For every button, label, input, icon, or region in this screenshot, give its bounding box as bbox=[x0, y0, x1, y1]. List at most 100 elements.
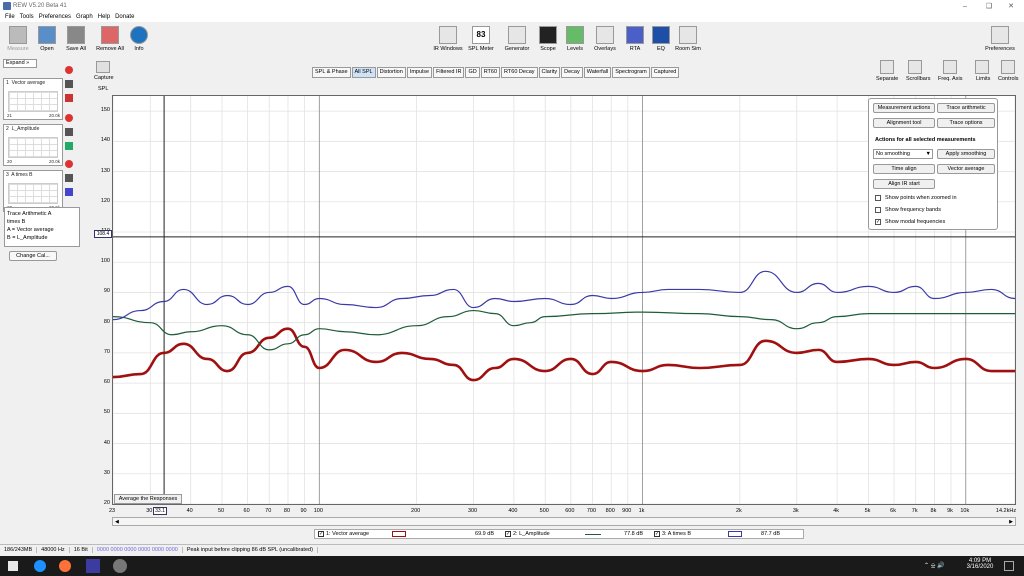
horizontal-scrollbar[interactable]: ◀ ▶ bbox=[112, 517, 1016, 526]
measurement-notes[interactable]: Trace Arithmetic A times B A = Vector av… bbox=[4, 207, 80, 247]
spl-meter-button[interactable]: 83 SPL Meter bbox=[463, 26, 499, 52]
measurement-2-thumbnail[interactable]: 2 L_Amplitude 20 20.0k bbox=[3, 124, 63, 166]
measurement-1-thumbnail[interactable]: 1 Vector average 21 20.0k bbox=[3, 78, 63, 120]
capture-icon[interactable] bbox=[96, 61, 110, 73]
trace-1-checkbox[interactable]: ✓ bbox=[318, 531, 324, 537]
trace-options-button[interactable]: Trace options bbox=[937, 118, 995, 128]
tab-all-spl[interactable]: All SPL bbox=[351, 67, 376, 78]
trace-2-checkbox[interactable]: ✓ bbox=[505, 531, 511, 537]
windows-start-icon[interactable] bbox=[8, 561, 18, 571]
scroll-left-icon[interactable]: ◀ bbox=[115, 519, 119, 525]
menu-donate[interactable]: Donate bbox=[115, 14, 134, 20]
close-button[interactable]: ✕ bbox=[1000, 0, 1022, 12]
rew-app-icon[interactable] bbox=[86, 559, 100, 573]
show-bands-checkbox[interactable] bbox=[875, 207, 881, 213]
x-tick-label: 10k bbox=[960, 508, 970, 514]
x-tick-label: 1k bbox=[638, 508, 645, 514]
vector-average-button[interactable]: Vector average bbox=[937, 164, 995, 174]
measurement-3-thumbnail[interactable]: 3 A times B 20 20.0k bbox=[3, 170, 63, 212]
save-icon[interactable] bbox=[65, 128, 73, 136]
alignment-tool-button[interactable]: Alignment tool bbox=[873, 118, 935, 128]
tab-spectrogram[interactable]: Spectrogram bbox=[612, 67, 650, 78]
maximize-button[interactable]: ❑ bbox=[978, 0, 1000, 12]
app-icon[interactable] bbox=[113, 559, 127, 573]
freq-axis-icon[interactable] bbox=[943, 60, 957, 74]
save-icon[interactable] bbox=[65, 80, 73, 88]
controls-icon[interactable] bbox=[1001, 60, 1015, 74]
info-button[interactable]: Info bbox=[121, 26, 157, 52]
trace-2-style-icon[interactable] bbox=[585, 533, 601, 535]
tab-gd[interactable]: GD bbox=[465, 67, 480, 78]
measurement-2-axis-right: 20.0k bbox=[48, 159, 60, 164]
controls-label[interactable]: Controls bbox=[998, 76, 1018, 82]
scrollbars-icon[interactable] bbox=[908, 60, 922, 74]
menu-graph[interactable]: Graph bbox=[76, 14, 93, 20]
minimize-button[interactable]: – bbox=[954, 0, 976, 12]
smoothing-select[interactable]: No smoothing ▼ bbox=[873, 149, 933, 159]
measurement-3-label: 3 A times B bbox=[6, 172, 32, 178]
menu-help[interactable]: Help bbox=[98, 14, 110, 20]
trace-3-style-icon[interactable] bbox=[728, 531, 742, 537]
tab-decay[interactable]: Decay bbox=[561, 67, 583, 78]
tray-icons[interactable]: ⌃ ⎒ 🔊 bbox=[924, 562, 945, 570]
trace-2-label: 2: L_Amplitude bbox=[513, 531, 550, 537]
scroll-right-icon[interactable]: ▶ bbox=[1009, 519, 1013, 525]
save-icon[interactable] bbox=[65, 174, 73, 182]
measurement-actions-button[interactable]: Measurement actions bbox=[873, 103, 935, 113]
show-points-checkbox[interactable] bbox=[875, 195, 881, 201]
tab-clarity[interactable]: Clarity bbox=[538, 67, 561, 78]
firefox-icon[interactable] bbox=[59, 560, 71, 572]
save-all-button[interactable]: Save All bbox=[58, 26, 94, 52]
tab-rt60[interactable]: RT60 bbox=[480, 67, 501, 78]
tab-rt60-decay[interactable]: RT60 Decay bbox=[501, 67, 538, 78]
separate-label[interactable]: Separate bbox=[876, 76, 898, 82]
align-ir-start-button[interactable]: Align IR start bbox=[873, 179, 935, 189]
y-tick-label: 50 bbox=[103, 409, 110, 416]
freq-axis-label[interactable]: Freq. Axis bbox=[938, 76, 962, 82]
separate-icon[interactable] bbox=[880, 60, 894, 74]
remove-icon[interactable] bbox=[65, 66, 73, 74]
limits-icon[interactable] bbox=[975, 60, 989, 74]
measurement-3-name: A times B bbox=[11, 172, 33, 178]
trace-3-checkbox[interactable]: ✓ bbox=[654, 531, 660, 537]
tab-filtered-ir[interactable]: Filtered IR bbox=[433, 67, 465, 78]
remove-icon[interactable] bbox=[65, 160, 73, 168]
colour-icon[interactable] bbox=[65, 142, 73, 150]
change-cal-button[interactable]: Change Cal... bbox=[9, 251, 57, 261]
series-line-2 bbox=[112, 309, 1015, 351]
measurement-1-name: Vector average bbox=[11, 80, 46, 86]
menu-preferences[interactable]: Preferences bbox=[39, 14, 71, 20]
tab-spl-phase[interactable]: SPL & Phase bbox=[312, 67, 351, 78]
trace-arithmetic-button[interactable]: Trace arithmetic bbox=[937, 103, 995, 113]
tab-distortion[interactable]: Distortion bbox=[376, 67, 406, 78]
spl-meter-label: SPL Meter bbox=[468, 46, 494, 52]
notifications-icon[interactable] bbox=[1004, 561, 1014, 571]
menu-tools[interactable]: Tools bbox=[20, 14, 34, 20]
menu-file[interactable]: File bbox=[5, 14, 15, 20]
levels-icon bbox=[566, 26, 584, 44]
scope-label: Scope bbox=[540, 46, 556, 52]
time-align-button[interactable]: Time align bbox=[873, 164, 935, 174]
limits-label[interactable]: Limits bbox=[976, 76, 990, 82]
edge-icon[interactable] bbox=[34, 560, 46, 572]
y-tick-label: 70 bbox=[103, 348, 110, 355]
ir-windows-button[interactable]: IR Windows bbox=[430, 26, 466, 52]
expand-button[interactable]: Expand » bbox=[3, 59, 37, 68]
clock[interactable]: 4:09 PM 3/16/2020 bbox=[966, 558, 994, 570]
tab-impulse[interactable]: Impulse bbox=[406, 67, 433, 78]
x-tick-label: 2k bbox=[735, 508, 742, 514]
preferences-button[interactable]: Preferences bbox=[982, 26, 1018, 52]
show-modal-checkbox[interactable]: ✓ bbox=[875, 219, 881, 225]
room-sim-button[interactable]: Room Sim bbox=[670, 26, 706, 52]
remove-icon[interactable] bbox=[65, 114, 73, 122]
tab-captured[interactable]: Captured bbox=[650, 67, 680, 78]
colour-icon[interactable] bbox=[65, 94, 73, 102]
colour-icon[interactable] bbox=[65, 188, 73, 196]
tab-waterfall[interactable]: Waterfall bbox=[583, 67, 612, 78]
trace-1-style-icon[interactable] bbox=[392, 531, 406, 537]
apply-smoothing-button[interactable]: Apply smoothing bbox=[937, 149, 995, 159]
trace-2-value: 77.8 dB bbox=[624, 531, 643, 537]
scrollbars-label[interactable]: Scrollbars bbox=[906, 76, 930, 82]
notes-line: A = Vector average bbox=[7, 227, 54, 233]
average-responses-button[interactable]: Average the Responses bbox=[114, 494, 182, 504]
